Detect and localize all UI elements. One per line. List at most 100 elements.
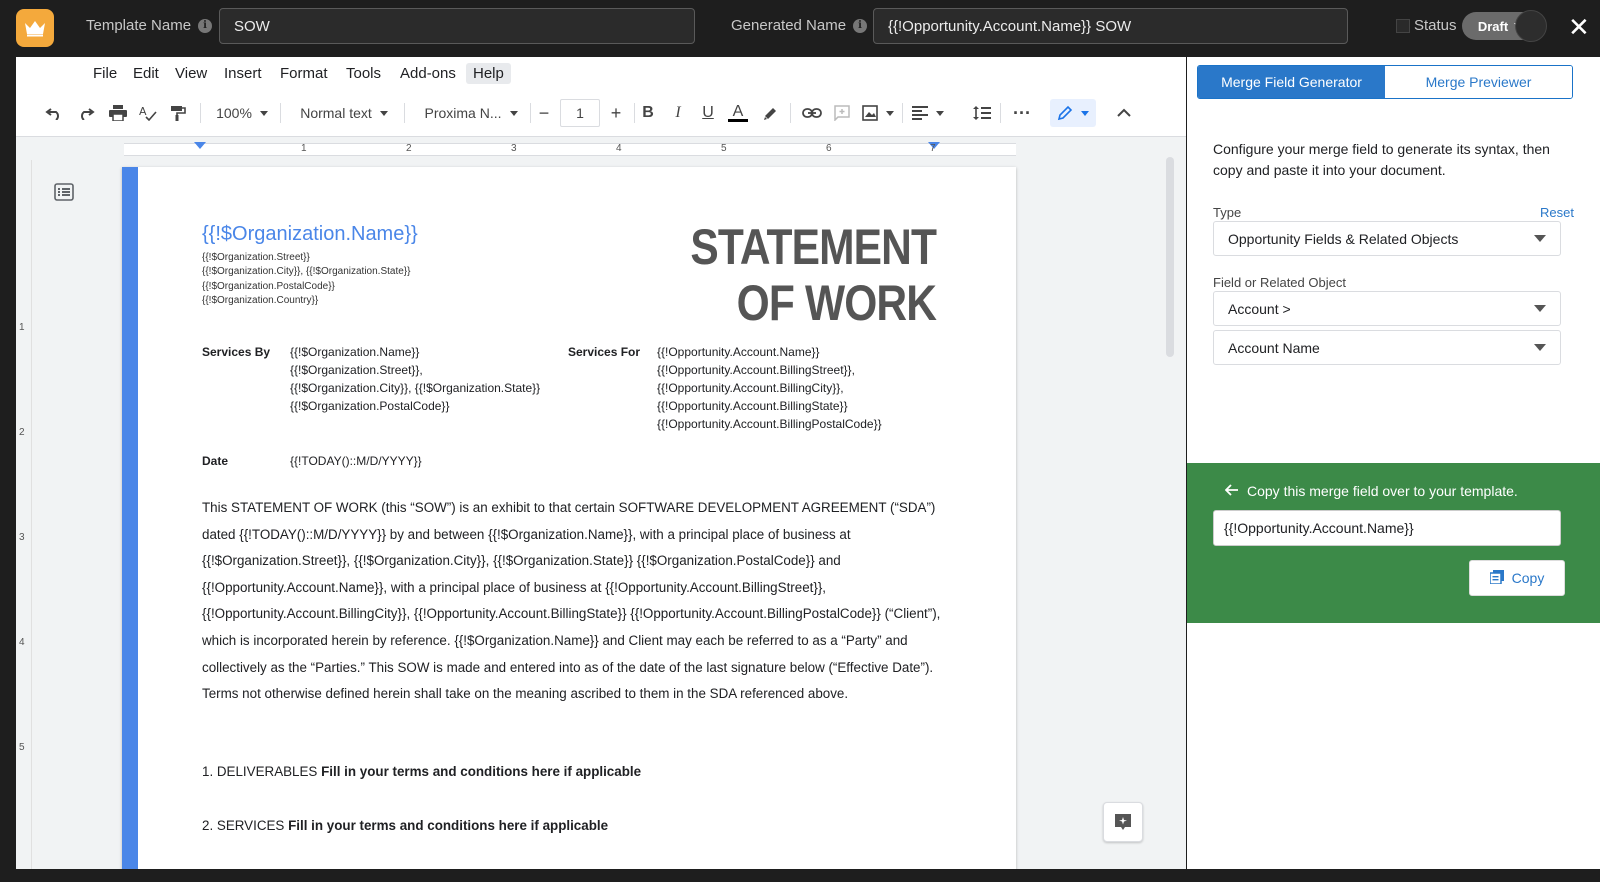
title-line-2: OF WORK (736, 275, 937, 331)
chevron-down-icon (1534, 344, 1546, 351)
menu-edit[interactable]: Edit (126, 63, 166, 84)
ruler-page-area (124, 143, 1016, 156)
increase-font-size-button[interactable]: + (604, 99, 628, 127)
insert-image-icon[interactable] (860, 99, 896, 127)
toolbar-divider (200, 103, 201, 123)
org-postal: {{!$Organization.PostalCode}} (202, 280, 335, 292)
more-icon[interactable]: ··· (1010, 99, 1034, 127)
text-color-icon[interactable]: A (726, 99, 750, 127)
services-by-line: {{!$Organization.City}}, {{!$Organizatio… (290, 381, 541, 395)
services-for-line: {{!Opportunity.Account.BillingStreet}}, (657, 363, 855, 377)
undo-icon[interactable] (42, 99, 66, 127)
explore-icon[interactable] (1103, 802, 1143, 842)
document-page[interactable]: {{!$Organization.Name}} {{!$Organization… (122, 167, 1016, 869)
menu-insert[interactable]: Insert (217, 63, 269, 84)
copy-button[interactable]: Copy (1469, 560, 1565, 596)
comment-icon[interactable] (830, 99, 854, 127)
toolbar-divider (902, 103, 903, 123)
tab-merge-previewer[interactable]: Merge Previewer (1385, 66, 1572, 98)
toolbar-divider (1000, 103, 1001, 123)
org-address: {{!$Organization.Street}} {{!$Organizati… (202, 251, 410, 308)
ruler-number: 7 (930, 143, 936, 154)
chevron-down-icon (1534, 235, 1546, 242)
generated-name-input[interactable]: {{!Opportunity.Account.Name}} SOW (873, 8, 1348, 44)
google-docs-editor: File Edit View Insert Format Tools Add-o… (16, 57, 1186, 869)
section-2-label: 2. SERVICES (202, 818, 285, 833)
field-label: Field or Related Object (1213, 275, 1346, 290)
zoom-value: 100% (216, 105, 252, 121)
services-by-line: {{!$Organization.PostalCode}} (290, 399, 450, 413)
merge-field-output[interactable]: {{!Opportunity.Account.Name}} (1213, 510, 1561, 546)
close-icon[interactable]: ✕ (1568, 10, 1590, 44)
chevron-down-icon (379, 110, 388, 116)
italic-icon[interactable]: I (666, 99, 690, 127)
editing-mode-icon[interactable] (1050, 99, 1096, 127)
info-icon[interactable]: i (853, 18, 868, 33)
template-name-value: SOW (234, 17, 270, 35)
subfield-select[interactable]: Account Name (1213, 330, 1561, 365)
services-for-label: Services For (568, 345, 641, 359)
generated-name-label-text: Generated Name (731, 17, 847, 34)
app-header: Template Name i SOW Generated Name i {{!… (0, 0, 1600, 56)
ruler-number: 2 (19, 427, 25, 438)
section-2-hint: Fill in your terms and conditions here i… (288, 818, 609, 833)
services-for-block: {{!Opportunity.Account.Name}} {{!Opportu… (657, 343, 882, 433)
crown-logo-icon[interactable] (16, 9, 54, 47)
menu-format[interactable]: Format (273, 63, 335, 84)
ruler-number: 4 (19, 637, 25, 648)
align-icon[interactable] (910, 99, 946, 127)
formatting-toolbar: A 100% Normal text Proxima N... − 1 + B … (16, 89, 1186, 137)
document-outline-icon[interactable] (54, 183, 74, 206)
text-color-bar (728, 118, 748, 122)
font-value: Proxima N... (424, 105, 502, 121)
menu-help[interactable]: Help (466, 63, 511, 84)
menu-addons[interactable]: Add-ons (393, 63, 463, 84)
template-name-input[interactable]: SOW (219, 8, 695, 44)
menu-view[interactable]: View (168, 63, 214, 84)
font-select[interactable]: Proxima N... (418, 99, 524, 127)
menu-file[interactable]: File (86, 63, 124, 84)
svg-text:A: A (139, 105, 147, 118)
info-icon[interactable]: i (198, 18, 213, 33)
left-indent-marker[interactable] (194, 142, 206, 149)
status-label-text: Status (1414, 17, 1457, 34)
link-icon[interactable] (800, 99, 824, 127)
field-select[interactable]: Account > (1213, 291, 1561, 326)
org-name-heading: {{!$Organization.Name}} (202, 223, 418, 245)
toolbar-divider (790, 103, 791, 123)
services-for-line: {{!Opportunity.Account.BillingCity}}, (657, 381, 844, 395)
bold-icon[interactable]: B (636, 99, 660, 127)
org-country: {{!$Organization.Country}} (202, 294, 319, 306)
section-1-label: 1. DELIVERABLES (202, 764, 318, 779)
document-scrollbar[interactable] (1166, 157, 1174, 357)
highlight-icon[interactable] (758, 99, 782, 127)
font-size-input[interactable]: 1 (560, 99, 600, 127)
org-city-state: {{!$Organization.City}}, {{!$Organizatio… (202, 266, 411, 278)
paint-format-icon[interactable] (166, 99, 190, 127)
zoom-select[interactable]: 100% (212, 99, 272, 127)
spellcheck-icon[interactable]: A (136, 99, 160, 127)
document-title: STATEMENT OF WORK (690, 219, 937, 331)
vertical-ruler: 1 2 3 4 5 (16, 160, 32, 869)
print-icon[interactable] (106, 99, 130, 127)
reset-link[interactable]: Reset (1540, 205, 1574, 220)
toolbar-divider (530, 103, 531, 123)
copy-button-label: Copy (1511, 570, 1545, 586)
paragraph-style-select[interactable]: Normal text (294, 99, 394, 127)
section-1-hint: Fill in your terms and conditions here i… (321, 764, 642, 779)
tab-merge-field-generator[interactable]: Merge Field Generator (1198, 66, 1385, 98)
redo-icon[interactable] (74, 99, 98, 127)
underline-icon[interactable]: U (696, 99, 720, 127)
collapse-toolbar-icon[interactable] (1112, 99, 1136, 127)
menu-tools[interactable]: Tools (339, 63, 388, 84)
generated-name-label: Generated Name i (731, 17, 868, 34)
ruler-number: 3 (511, 143, 517, 154)
decrease-font-size-button[interactable]: − (532, 99, 556, 127)
type-select[interactable]: Opportunity Fields & Related Objects (1213, 221, 1561, 256)
line-spacing-icon[interactable] (970, 99, 994, 127)
services-for-line: {{!Opportunity.Account.BillingState}} (657, 399, 848, 413)
copy-icon (1488, 569, 1504, 587)
avatar[interactable] (1515, 10, 1547, 42)
ruler-number: 5 (19, 742, 25, 753)
copy-panel-header: Copy this merge field over to your templ… (1224, 483, 1518, 499)
